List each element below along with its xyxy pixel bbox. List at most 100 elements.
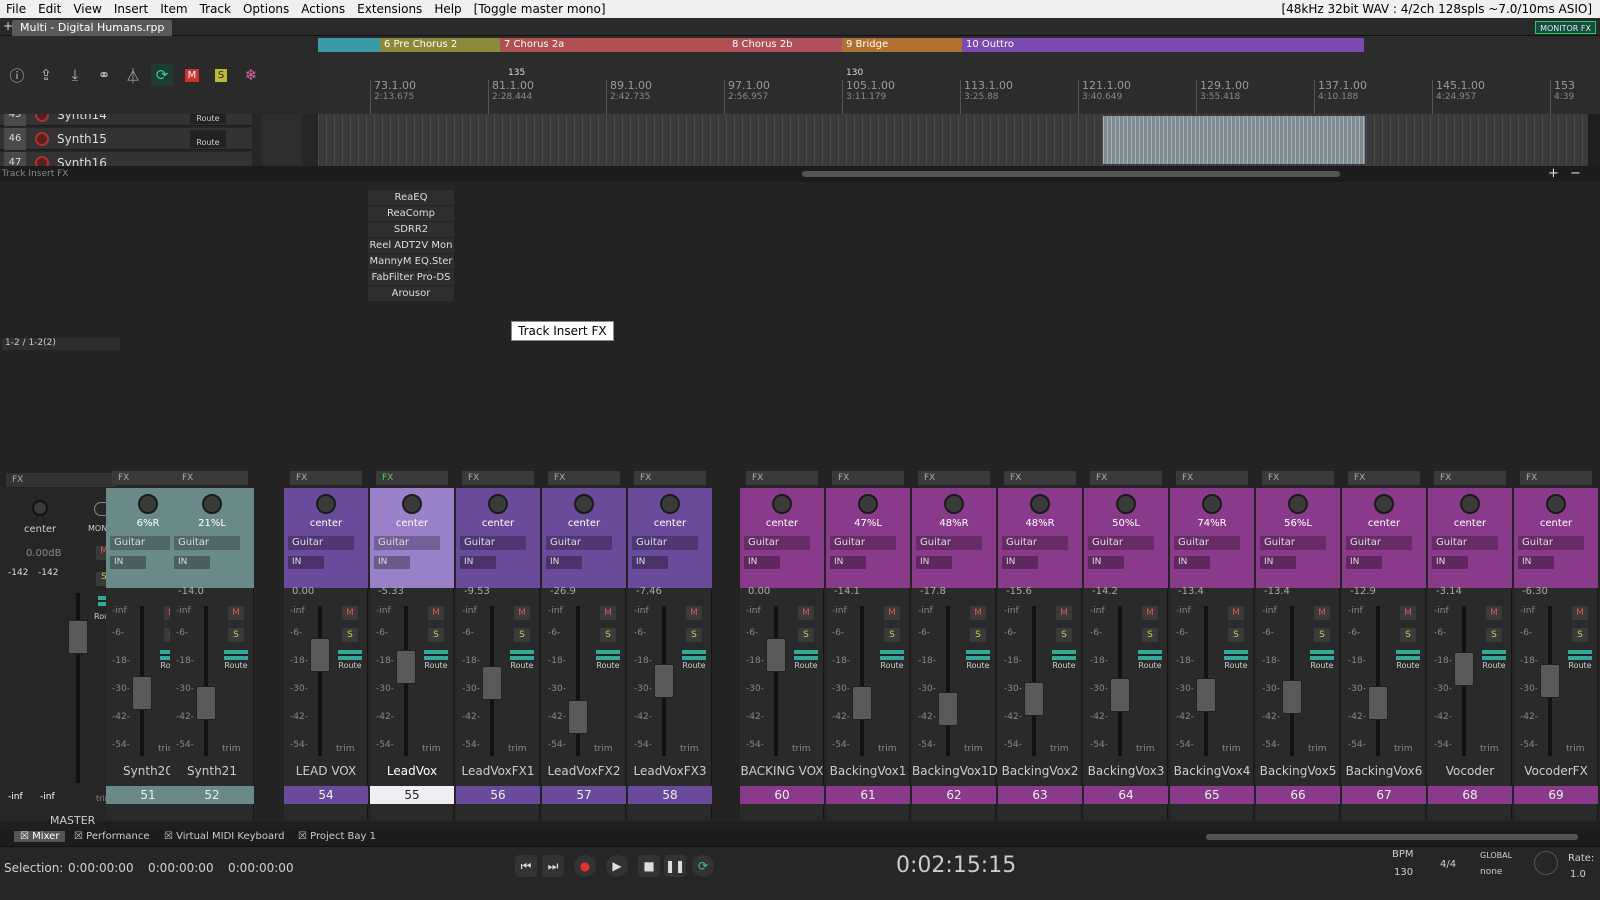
fx-item[interactable]: Reel ADT2V Mon bbox=[368, 238, 454, 253]
solo-button[interactable]: S bbox=[342, 628, 358, 642]
route-button[interactable]: Route bbox=[1138, 650, 1162, 670]
pan-knob[interactable] bbox=[138, 494, 158, 514]
selection-length[interactable]: 0:00:00:00 bbox=[228, 861, 294, 875]
input-button[interactable]: IN bbox=[1346, 556, 1382, 569]
trim-label[interactable]: trim bbox=[422, 744, 441, 754]
input-select[interactable]: Guitar bbox=[1088, 536, 1154, 550]
menu-help[interactable]: Help bbox=[428, 0, 467, 18]
input-select[interactable]: Guitar bbox=[374, 536, 440, 550]
selection-start[interactable]: 0:00:00:00 bbox=[68, 861, 134, 875]
pause-icon[interactable]: ❚❚ bbox=[664, 855, 686, 877]
solo-button[interactable]: S bbox=[970, 628, 986, 642]
mute-button[interactable]: M bbox=[1228, 606, 1244, 620]
region-pre-chorus-2[interactable]: 6 Pre Chorus 2 bbox=[380, 38, 500, 52]
track-name[interactable]: LeadVoxFX3 bbox=[628, 764, 712, 778]
mute-button[interactable]: M bbox=[1572, 606, 1588, 620]
trim-label[interactable]: trim bbox=[1136, 744, 1155, 754]
track-number[interactable]: 69 bbox=[1514, 786, 1598, 804]
trim-label[interactable]: trim bbox=[1480, 744, 1499, 754]
trim-label[interactable]: trim bbox=[1050, 744, 1069, 754]
region-chorus-2a[interactable]: 7 Chorus 2a bbox=[500, 38, 728, 52]
pan-knob[interactable] bbox=[316, 494, 336, 514]
mute-button[interactable]: M bbox=[1400, 606, 1416, 620]
track-number[interactable]: 60 bbox=[740, 786, 824, 804]
fx-button[interactable]: FX bbox=[1176, 471, 1248, 485]
track-number[interactable]: 54 bbox=[284, 786, 368, 804]
track-number[interactable]: 52 bbox=[170, 786, 254, 804]
input-select[interactable]: Guitar bbox=[1432, 536, 1498, 550]
solo-button[interactable]: S bbox=[1056, 628, 1072, 642]
pan-knob[interactable] bbox=[1546, 494, 1566, 514]
trim-label[interactable]: trim bbox=[792, 744, 811, 754]
input-select[interactable]: Guitar bbox=[1346, 536, 1412, 550]
pan-knob[interactable] bbox=[1460, 494, 1480, 514]
input-select[interactable]: Guitar bbox=[1260, 536, 1326, 550]
time-display[interactable]: 0:02:15:15 bbox=[896, 853, 1016, 878]
menu-insert[interactable]: Insert bbox=[108, 0, 154, 18]
solo-button[interactable]: S bbox=[686, 628, 702, 642]
track-name[interactable]: BackingVox3 bbox=[1084, 764, 1168, 778]
menu-edit[interactable]: Edit bbox=[32, 0, 67, 18]
track-name[interactable]: BackingVox1D bbox=[912, 764, 998, 778]
pan-knob[interactable] bbox=[660, 494, 680, 514]
tab-virtual-midi-keyboard[interactable]: ☒ Virtual MIDI Keyboard bbox=[164, 831, 284, 842]
fx-button[interactable]: FX bbox=[1434, 471, 1506, 485]
track-name[interactable]: BackingVox2 bbox=[998, 764, 1082, 778]
snowflake-icon[interactable]: ❄ bbox=[240, 64, 262, 86]
volume-fader[interactable] bbox=[938, 692, 958, 726]
track-name[interactable]: VocoderFX bbox=[1514, 764, 1598, 778]
track-number[interactable]: 57 bbox=[542, 786, 626, 804]
input-select[interactable]: Guitar bbox=[1174, 536, 1240, 550]
project-tab[interactable]: Multi - Digital Humans.rpp bbox=[12, 20, 173, 36]
input-button[interactable]: IN bbox=[1088, 556, 1124, 569]
zoom-in-icon[interactable]: + bbox=[1548, 166, 1559, 181]
volume-fader[interactable] bbox=[310, 638, 330, 672]
pan-knob[interactable] bbox=[1374, 494, 1394, 514]
fx-item[interactable]: Arousor bbox=[368, 286, 454, 301]
route-button[interactable]: Route bbox=[1396, 650, 1420, 670]
input-button[interactable]: IN bbox=[916, 556, 952, 569]
fx-button[interactable]: FX bbox=[832, 471, 904, 485]
mute-button[interactable]: M bbox=[342, 606, 358, 620]
volume-fader[interactable] bbox=[396, 650, 416, 684]
trim-label[interactable]: trim bbox=[594, 744, 613, 754]
go-start-icon[interactable]: ⏮ bbox=[515, 855, 537, 877]
fx-button[interactable]: FX bbox=[634, 471, 706, 485]
volume-fader[interactable] bbox=[852, 686, 872, 720]
rate-value[interactable]: 1.0 bbox=[1570, 869, 1586, 880]
input-select[interactable]: Guitar bbox=[916, 536, 982, 550]
track-name[interactable]: Synth21 bbox=[170, 764, 254, 778]
menu-toggle-master-mono[interactable]: [Toggle master mono] bbox=[468, 0, 612, 18]
solo-button[interactable]: S bbox=[228, 628, 244, 642]
trim-label[interactable]: trim bbox=[878, 744, 897, 754]
menu-file[interactable]: File bbox=[0, 0, 32, 18]
trim-label[interactable]: trim bbox=[508, 744, 527, 754]
mute-button[interactable]: M bbox=[1142, 606, 1158, 620]
track-name[interactable]: BackingVox1 bbox=[826, 764, 910, 778]
volume-fader[interactable] bbox=[1110, 678, 1130, 712]
menu-view[interactable]: View bbox=[67, 0, 107, 18]
route-button[interactable]: Route bbox=[596, 650, 620, 670]
trim-label[interactable]: trim bbox=[1394, 744, 1413, 754]
fx-item[interactable]: MannyM EQ.Ster bbox=[368, 254, 454, 269]
input-button[interactable]: IN bbox=[374, 556, 410, 569]
input-select[interactable]: Guitar bbox=[1518, 536, 1584, 550]
record-arm-icon[interactable] bbox=[35, 156, 49, 166]
input-select[interactable]: Guitar bbox=[744, 536, 810, 550]
track-name[interactable]: BackingVox6 bbox=[1342, 764, 1426, 778]
pan-knob[interactable] bbox=[944, 494, 964, 514]
trim-label[interactable]: trim bbox=[222, 744, 241, 754]
volume-fader[interactable] bbox=[196, 686, 216, 720]
mute-button[interactable]: M bbox=[1314, 606, 1330, 620]
zoom-out-icon[interactable]: − bbox=[1570, 166, 1581, 181]
tempo-marker[interactable]: 130 bbox=[846, 68, 863, 78]
track-number[interactable]: 56 bbox=[456, 786, 540, 804]
menu-extensions[interactable]: Extensions bbox=[351, 0, 428, 18]
fx-button[interactable]: FX bbox=[112, 471, 184, 485]
mixer-scroll-thumb[interactable] bbox=[1206, 834, 1578, 840]
input-select[interactable]: Guitar bbox=[830, 536, 896, 550]
media-item[interactable] bbox=[1103, 116, 1365, 164]
metronome-icon[interactable]: ⏃ bbox=[122, 64, 144, 86]
io-display[interactable]: 1-2 / 1-2(2) bbox=[2, 338, 120, 350]
pan-knob[interactable] bbox=[488, 494, 508, 514]
